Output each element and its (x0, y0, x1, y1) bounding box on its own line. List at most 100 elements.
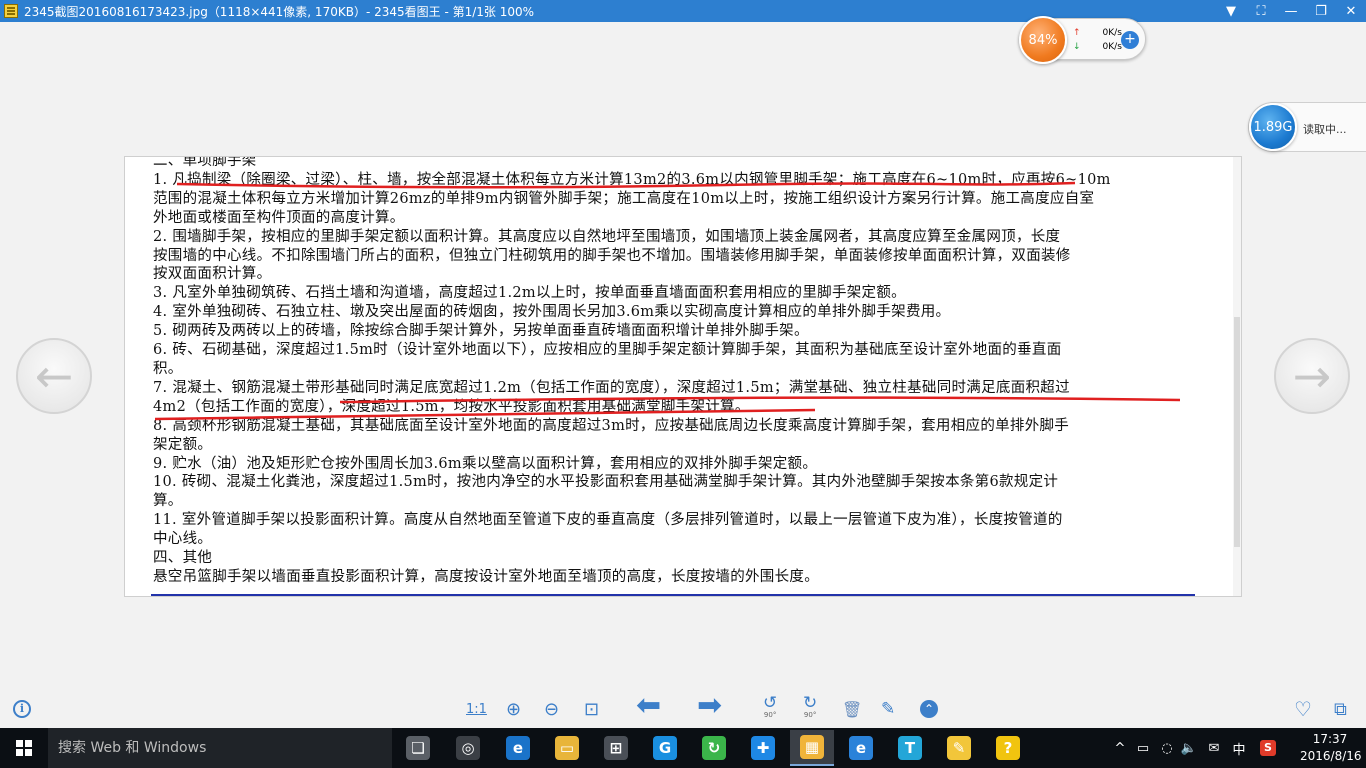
document-line: 外地面或楼面至构件顶面的高度计算。 (153, 209, 405, 226)
taskbar-app-edge[interactable]: e (496, 730, 540, 766)
document-line: 四、其他 (153, 550, 213, 567)
taskbar-app-notes-app[interactable]: ✎ (937, 730, 981, 766)
fullscreen-button[interactable]: ⛶ (1246, 0, 1276, 22)
tray-overflow-icon[interactable]: ^ (1112, 728, 1128, 768)
zoom-in-button[interactable]: ⊕ (506, 698, 521, 720)
windows-taskbar: 搜索 Web 和 Windows ❏ ◎ e ▭ ⊞ G ↻ ✚ ▦ e T ✎? ^ ▭ ◌ 🔈 ✉… (0, 728, 1366, 768)
document-line: 4m2（包括工作面的宽度），深度超过1.5m，均按水平投影面积套用基础满堂脚手架… (153, 398, 750, 415)
more-button[interactable]: ⌃ (920, 700, 938, 718)
upload-arrow-icon: ↑ (1073, 28, 1081, 38)
edge-icon: e (506, 736, 530, 760)
notes-app-icon: ✎ (947, 736, 971, 760)
rotate-left-button[interactable]: ↺ 90° (763, 693, 778, 720)
document-line: 3. 凡室外单独砌筑砖、石挡土墙和沟道墙，高度超过1.2m以上时，按单面垂直墙面… (153, 285, 906, 302)
previous-image-button[interactable]: ← (16, 338, 92, 414)
store-icon: ⊞ (604, 736, 628, 760)
document-line: 4. 室外单独砌砖、石独立柱、墩及突出屋面的砖烟囱，按外围周长另加3.6m乘以实… (153, 304, 951, 321)
clock-time: 17:37 (1312, 732, 1348, 746)
document-line: 6. 砖、石砌基础，深度超过1.5m时（设计室外地面以下），应按相应的里脚手架定… (153, 342, 1062, 359)
favorite-button[interactable]: ♡ (1294, 697, 1312, 721)
document-line: 架定额。 (153, 436, 213, 453)
taskbar-app-file-explorer[interactable]: ▭ (545, 730, 589, 766)
taskbar-app-green-app[interactable]: ↻ (692, 730, 736, 766)
document-line: 按围墙的中心线。不扣除围墙门所占的面积，但独立门柱砌筑用的脚手架也不增加。围墙装… (153, 247, 1071, 264)
title-bar: 2345截图20160816173423.jpg（1118×441像素, 170… (0, 0, 1366, 22)
prev-toolbar-button[interactable]: ⬅ (636, 688, 661, 723)
document-line: 9. 贮水（油）池及矩形贮仓按外围周长加3.6m乘以壁高以面积计算，套用相应的双… (153, 455, 818, 472)
app-icon (4, 4, 18, 18)
right-arrow-icon: → (1292, 349, 1332, 403)
document-line: 11. 室外管道脚手架以投影面积计算。高度从自然地面至管道下皮的垂直高度（多层排… (153, 512, 1063, 529)
scrollbar-thumb[interactable] (1234, 317, 1240, 547)
task-view-icon: ❏ (406, 736, 430, 760)
download-arrow-icon: ↓ (1073, 42, 1081, 52)
speed-plus-button[interactable]: + (1121, 31, 1139, 49)
document-scrollbar[interactable] (1233, 157, 1241, 596)
zoom-out-button[interactable]: ⊖ (544, 698, 559, 720)
taskbar-app-image-viewer[interactable]: ▦ (790, 730, 834, 766)
left-arrow-icon: ← (34, 349, 74, 403)
actual-size-button[interactable]: 1:1 (466, 698, 487, 720)
windows-logo-icon (16, 740, 32, 756)
taskbar-app-browser-2345[interactable]: ◎ (446, 730, 490, 766)
taskbar-app-store[interactable]: ⊞ (594, 730, 638, 766)
dropdown-button[interactable]: ▼ (1216, 0, 1246, 22)
wifi-icon[interactable]: ◌ (1158, 728, 1176, 768)
upload-speed: 0K/s (1102, 28, 1122, 38)
image-viewer-icon: ▦ (800, 735, 824, 759)
minimize-button[interactable]: — (1276, 0, 1306, 22)
document-line: 悬空吊篮脚手架以墙面垂直投影面积计算，高度按设计室外地面至墙顶的高度，长度按墙的… (153, 568, 819, 585)
edit-button[interactable]: ✎ (881, 698, 895, 720)
close-button[interactable]: ✕ (1336, 0, 1366, 22)
taskbar-app-blue-plus-app[interactable]: ✚ (741, 730, 785, 766)
rotate-left-icon: ↺ (763, 693, 778, 713)
fit-window-button[interactable]: ⊡ (584, 698, 599, 720)
blue-plus-app-icon: ✚ (751, 736, 775, 760)
start-button[interactable] (0, 728, 48, 768)
document-line: 中心线。 (153, 531, 213, 548)
file-explorer-icon: ▭ (555, 736, 579, 760)
rotate-right-label: 90° (803, 711, 817, 719)
document-line: 二、单项脚手架 (153, 156, 257, 169)
rotate-right-button[interactable]: ↻ 90° (803, 695, 817, 720)
taskbar-app-g-app[interactable]: G (643, 730, 687, 766)
taskbar-app-te-app[interactable]: T (888, 730, 932, 766)
green-app-icon: ↻ (702, 736, 726, 760)
help-app-icon: ? (996, 736, 1020, 760)
document-line: 5. 砌两砖及两砖以上的砖墙，除按综合脚手架计算外，另按单面垂直砖墙面面积增计单… (153, 323, 809, 340)
network-speed-widget[interactable]: 84% ↑ 0K/s ↓ 0K/s + (1019, 16, 1146, 64)
volume-icon[interactable]: 🔈 (1180, 728, 1198, 768)
rotate-left-label: 90° (763, 711, 777, 719)
taskbar-app-help-app[interactable]: ? (986, 730, 1030, 766)
info-icon: i (13, 700, 31, 718)
browser-2345-icon: ◎ (456, 736, 480, 760)
read-size-ball: 1.89G (1249, 103, 1297, 151)
bottom-toolbar: i 1:1 ⊕ ⊖ ⊡ ⬅ ➡ ↺ 90° ↻ 90° 🗑 ✎ ⌃ ♡ ⧉ (0, 688, 1366, 728)
next-image-button[interactable]: → (1274, 338, 1350, 414)
sogou-ime-icon[interactable]: S (1260, 740, 1276, 756)
next-toolbar-button[interactable]: ➡ (697, 688, 722, 723)
gallery-button[interactable]: ⧉ (1334, 698, 1347, 720)
restore-button[interactable]: ❐ (1306, 0, 1336, 22)
delete-button[interactable]: 🗑 (842, 698, 862, 720)
document-line: 10. 砖砌、混凝土化粪池，深度超过1.5m时，按池内净空的水平投影面积套用基础… (153, 474, 1059, 491)
g-app-icon: G (653, 736, 677, 760)
taskbar-clock[interactable]: 17:37 2016/8/16 (1300, 731, 1362, 765)
taskbar-search[interactable]: 搜索 Web 和 Windows (48, 728, 392, 768)
ie-icon: e (849, 736, 873, 760)
document-line: 7. 混凝土、钢筋混凝土带形基础同时满足底宽超过1.2m（包括工作面的宽度），深… (153, 379, 1070, 396)
info-button[interactable]: i (13, 698, 31, 720)
ime-indicator[interactable]: 中 (1230, 728, 1248, 768)
document-line: 按双面面积计算。 (153, 266, 272, 283)
document-line: 1. 凡捣制梁（除圈梁、过梁）、柱、墙，按全部混凝土体积每立方米计算13m2的3… (153, 171, 1111, 188)
document-text: 二、单项脚手架 1. 凡捣制梁（除圈梁、过梁）、柱、墙，按全部混凝土体积每立方米计… (153, 156, 1213, 587)
reading-widget[interactable]: 1.89G 读取中... (1248, 102, 1366, 152)
taskbar-app-ie[interactable]: e (839, 730, 883, 766)
document-image: 二、单项脚手架 1. 凡捣制梁（除圈梁、过梁）、柱、墙，按全部混凝土体积每立方米计… (124, 156, 1242, 597)
battery-icon[interactable]: ▭ (1134, 728, 1152, 768)
notification-icon[interactable]: ✉ (1205, 728, 1223, 768)
taskbar-app-task-view[interactable]: ❏ (396, 730, 440, 766)
document-line: 8. 高颈杯形钢筋混凝土基础，其基础底面至设计室外地面的高度超过3m时，应按基础… (153, 417, 1070, 434)
memory-percent-ball[interactable]: 84% (1019, 16, 1067, 64)
te-app-icon: T (898, 736, 922, 760)
